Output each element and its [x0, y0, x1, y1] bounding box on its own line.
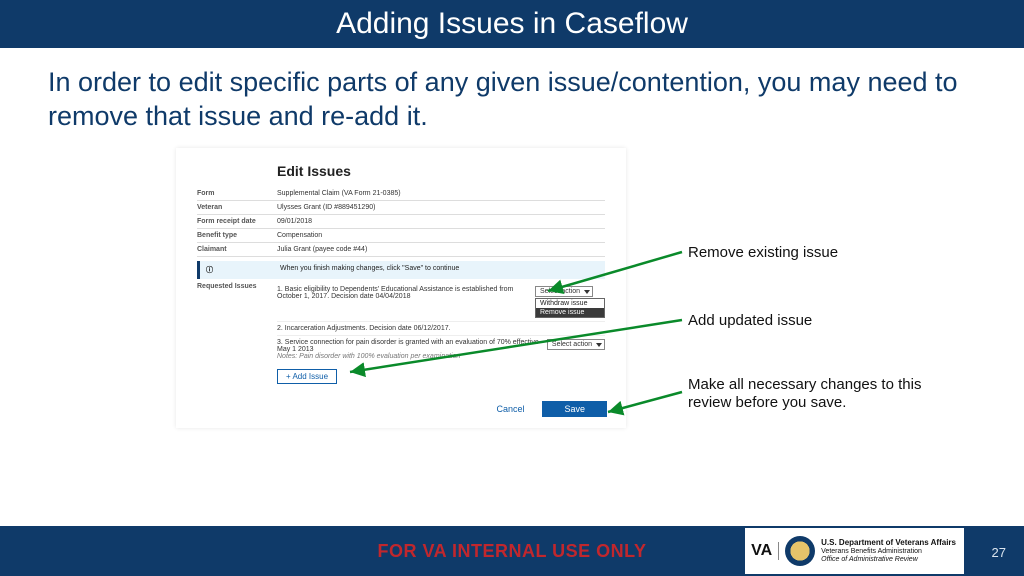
claimant-value: Julia Grant (payee code #44) [277, 246, 605, 253]
va-logo-text: VA [751, 542, 779, 560]
issue-1-dropdown[interactable]: Withdraw issue Remove issue [535, 298, 605, 318]
veteran-label: Veteran [197, 204, 277, 211]
va-dept: U.S. Department of Veterans Affairs [821, 538, 956, 547]
save-button[interactable]: Save [542, 401, 607, 417]
add-issue-button[interactable]: + Add Issue [277, 369, 337, 384]
row-benefit: Benefit type Compensation [197, 229, 605, 243]
dropdown-withdraw-issue[interactable]: Withdraw issue [536, 299, 604, 308]
row-receipt: Form receipt date 09/01/2018 [197, 215, 605, 229]
issue-3-text: 3. Service connection for pain disorder … [277, 339, 541, 353]
page-number: 27 [992, 545, 1006, 560]
receipt-value: 09/01/2018 [277, 218, 605, 225]
requested-issues-label: Requested Issues [197, 283, 277, 384]
va-branding-block: VA U.S. Department of Veterans Affairs V… [745, 528, 964, 574]
row-form: Form Supplemental Claim (VA Form 21-0385… [197, 187, 605, 201]
issue-1-select-action[interactable]: Select action [535, 286, 593, 297]
form-label: Form [197, 190, 277, 197]
row-claimant: Claimant Julia Grant (payee code #44) [197, 243, 605, 257]
callout-add: Add updated issue [688, 312, 812, 329]
issue-row-2: 2. Incarceration Adjustments. Decision d… [277, 322, 605, 336]
intro-text: In order to edit specific parts of any g… [48, 66, 984, 134]
footer-internal-use: FOR VA INTERNAL USE ONLY [377, 541, 646, 562]
chevron-down-icon [584, 290, 590, 294]
issue-3-select-action[interactable]: Select action [547, 339, 605, 350]
chevron-down-icon [596, 343, 602, 347]
va-seal-icon [785, 536, 815, 566]
issue-1-text: 1. Basic eligibility to Dependents' Educ… [277, 286, 529, 300]
issue-row-3: 3. Service connection for pain disorder … [277, 336, 605, 363]
info-banner: ⓘ When you finish making changes, click … [197, 261, 605, 279]
va-line2: Veterans Benefits Administration [821, 548, 922, 555]
callout-remove: Remove existing issue [688, 244, 838, 261]
edit-issues-heading: Edit Issues [277, 163, 605, 179]
issue-2-text: 2. Incarceration Adjustments. Decision d… [277, 325, 605, 332]
dropdown-remove-issue[interactable]: Remove issue [536, 308, 604, 317]
info-text: When you finish making changes, click "S… [280, 265, 459, 275]
issue-row-1: 1. Basic eligibility to Dependents' Educ… [277, 283, 605, 322]
receipt-label: Form receipt date [197, 218, 277, 225]
benefit-value: Compensation [277, 232, 605, 239]
cancel-link[interactable]: Cancel [496, 404, 524, 414]
info-icon: ⓘ [206, 265, 280, 275]
benefit-label: Benefit type [197, 232, 277, 239]
va-line3: Office of Administrative Review [821, 556, 918, 563]
caseflow-screenshot: Edit Issues Form Supplemental Claim (VA … [176, 148, 626, 428]
va-text-block: U.S. Department of Veterans Affairs Vete… [821, 538, 956, 563]
slide-title: Adding Issues in Caseflow [0, 0, 1024, 48]
issue-3-note: Notes: Pain disorder with 100% evaluatio… [277, 353, 541, 360]
form-value: Supplemental Claim (VA Form 21-0385) [277, 190, 605, 197]
veteran-value: Ulysses Grant (ID #889451290) [277, 204, 605, 211]
claimant-label: Claimant [197, 246, 277, 253]
callout-save: Make all necessary changes to this revie… [688, 376, 948, 412]
content-area: Edit Issues Form Supplemental Claim (VA … [48, 148, 984, 448]
row-veteran: Veteran Ulysses Grant (ID #889451290) [197, 201, 605, 215]
